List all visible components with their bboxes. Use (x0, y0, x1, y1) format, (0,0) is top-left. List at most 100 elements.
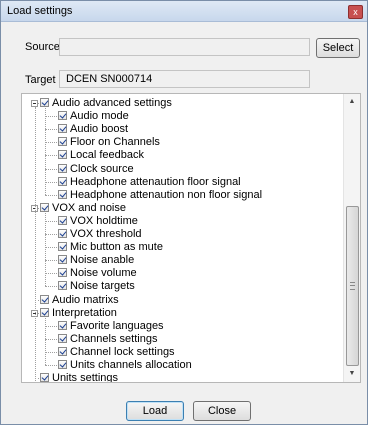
item-checkbox[interactable] (58, 163, 67, 173)
tree-item-label: Units channels allocation (70, 359, 192, 371)
item-checkbox[interactable] (58, 320, 67, 330)
item-checkbox[interactable] (58, 281, 67, 291)
item-checkbox[interactable] (58, 189, 67, 199)
tree-connector (45, 317, 46, 365)
select-button[interactable]: Select (316, 38, 360, 58)
scroll-up-icon[interactable]: ▲ (344, 94, 360, 110)
load-button[interactable]: Load (126, 401, 184, 421)
item-checkbox[interactable] (58, 255, 67, 265)
item-checkbox[interactable] (40, 202, 49, 212)
tree-connector (45, 181, 57, 183)
tree-item[interactable]: VOX holdtime (22, 215, 342, 228)
tree-item-label: VOX threshold (70, 228, 142, 240)
scroll-thumb[interactable] (346, 206, 359, 366)
tree-item-label: VOX holdtime (70, 214, 138, 227)
tree-item-label: Floor on Channels (70, 136, 160, 149)
tree-group-item[interactable]: Units settings (22, 372, 342, 383)
tree-item[interactable]: Noise targets (22, 280, 342, 293)
tree-connector (45, 108, 46, 195)
tree-item-label: VOX and noise (52, 201, 126, 214)
tree-connector (45, 155, 57, 157)
tree-item[interactable]: Local feedback (22, 149, 342, 162)
tree-item[interactable]: Channel lock settings (22, 346, 342, 359)
tree-connector (45, 338, 57, 340)
target-label: Target (25, 74, 56, 86)
tree-connector (45, 351, 57, 353)
tree-item[interactable]: Audio boost (22, 123, 342, 136)
tree-group-item[interactable]: Audio advanced settings (22, 97, 342, 110)
tree-item[interactable]: Audio mode (22, 110, 342, 123)
tree-scrollbar[interactable]: ▲ ▼ (343, 94, 360, 382)
close-button[interactable]: Close (193, 401, 251, 421)
tree-item[interactable]: VOX threshold (22, 228, 342, 241)
tree-item[interactable]: Headphone attenaution non floor signal (22, 189, 342, 202)
tree-connector (45, 194, 57, 196)
tree-item[interactable]: Favorite languages (22, 320, 342, 333)
tree-item[interactable]: Floor on Channels (22, 136, 342, 149)
tree-item[interactable]: Noise anable (22, 254, 342, 267)
collapse-icon[interactable] (31, 100, 38, 107)
tree-item-label: Headphone attenaution floor signal (70, 175, 241, 188)
item-checkbox[interactable] (58, 346, 67, 356)
tree-connector (45, 247, 57, 249)
item-checkbox[interactable] (58, 360, 67, 369)
tree-item[interactable]: Units channels allocation (22, 359, 342, 372)
item-checkbox[interactable] (58, 137, 67, 147)
tree-item-label: Audio mode (70, 110, 129, 123)
target-value: DCEN SN000714 (66, 73, 153, 85)
tree-item-label: Audio boost (70, 123, 129, 136)
tree-connector (45, 234, 57, 235)
tree-item-label: Clock source (70, 162, 134, 175)
tree-connector (45, 365, 57, 366)
tree-connector (45, 325, 57, 327)
tree-item[interactable]: Noise volume (22, 267, 342, 280)
tree-item-label: Noise targets (70, 280, 135, 293)
source-field[interactable] (59, 38, 310, 56)
tree-item-label: Channels settings (70, 332, 158, 345)
tree-item-label: Headphone attenaution non floor signal (70, 188, 263, 201)
tree-item-label: Local feedback (70, 149, 144, 162)
title-bar[interactable]: Load settings x (1, 1, 367, 22)
tree-item-label: Units settings (52, 372, 119, 383)
tree-item-label: Favorite languages (70, 319, 164, 332)
window-title: Load settings (7, 5, 73, 17)
tree-connector (45, 116, 57, 118)
item-checkbox[interactable] (40, 307, 49, 317)
item-checkbox[interactable] (58, 176, 67, 186)
item-checkbox[interactable] (58, 229, 67, 238)
tree-item-label: Audio matrixs (52, 293, 119, 306)
tree-item[interactable]: Headphone attenaution floor signal (22, 176, 342, 189)
tree-item[interactable]: Mic button as mute (22, 241, 342, 254)
tree-group-item[interactable]: VOX and noise (22, 202, 342, 215)
item-checkbox[interactable] (58, 150, 67, 160)
source-label: Source (25, 41, 60, 53)
tree-item-label: Noise anable (70, 254, 135, 267)
tree-connector (45, 220, 57, 222)
tree-item[interactable]: Channels settings (22, 333, 342, 346)
tree-connector (45, 260, 57, 262)
tree-item-label: Channel lock settings (70, 345, 175, 358)
item-checkbox[interactable] (58, 215, 67, 225)
item-checkbox[interactable] (58, 124, 67, 134)
settings-tree[interactable]: Audio advanced settings Audio mode Audio b… (21, 93, 361, 383)
item-checkbox[interactable] (58, 268, 67, 278)
close-icon[interactable]: x (348, 5, 363, 19)
item-checkbox[interactable] (58, 242, 67, 252)
tree-group-item[interactable]: Interpretation (22, 307, 342, 320)
item-checkbox[interactable] (40, 294, 49, 304)
tree-connector (45, 168, 57, 170)
tree-item[interactable]: Clock source (22, 163, 342, 176)
item-checkbox[interactable] (58, 333, 67, 343)
tree-item-label: Noise volume (70, 267, 137, 280)
item-checkbox[interactable] (58, 111, 67, 121)
tree-connector (35, 107, 36, 382)
tree-connector (45, 142, 57, 144)
tree-item-label: Audio advanced settings (52, 97, 172, 109)
load-settings-dialog: Load settings x Source Select Target DCE… (0, 0, 368, 425)
item-checkbox[interactable] (40, 373, 49, 382)
tree-connector (45, 286, 57, 288)
scroll-down-icon[interactable]: ▼ (344, 366, 360, 382)
grip-icon (350, 282, 355, 290)
tree-group-item[interactable]: Audio matrixs (22, 294, 342, 307)
item-checkbox[interactable] (40, 98, 49, 107)
